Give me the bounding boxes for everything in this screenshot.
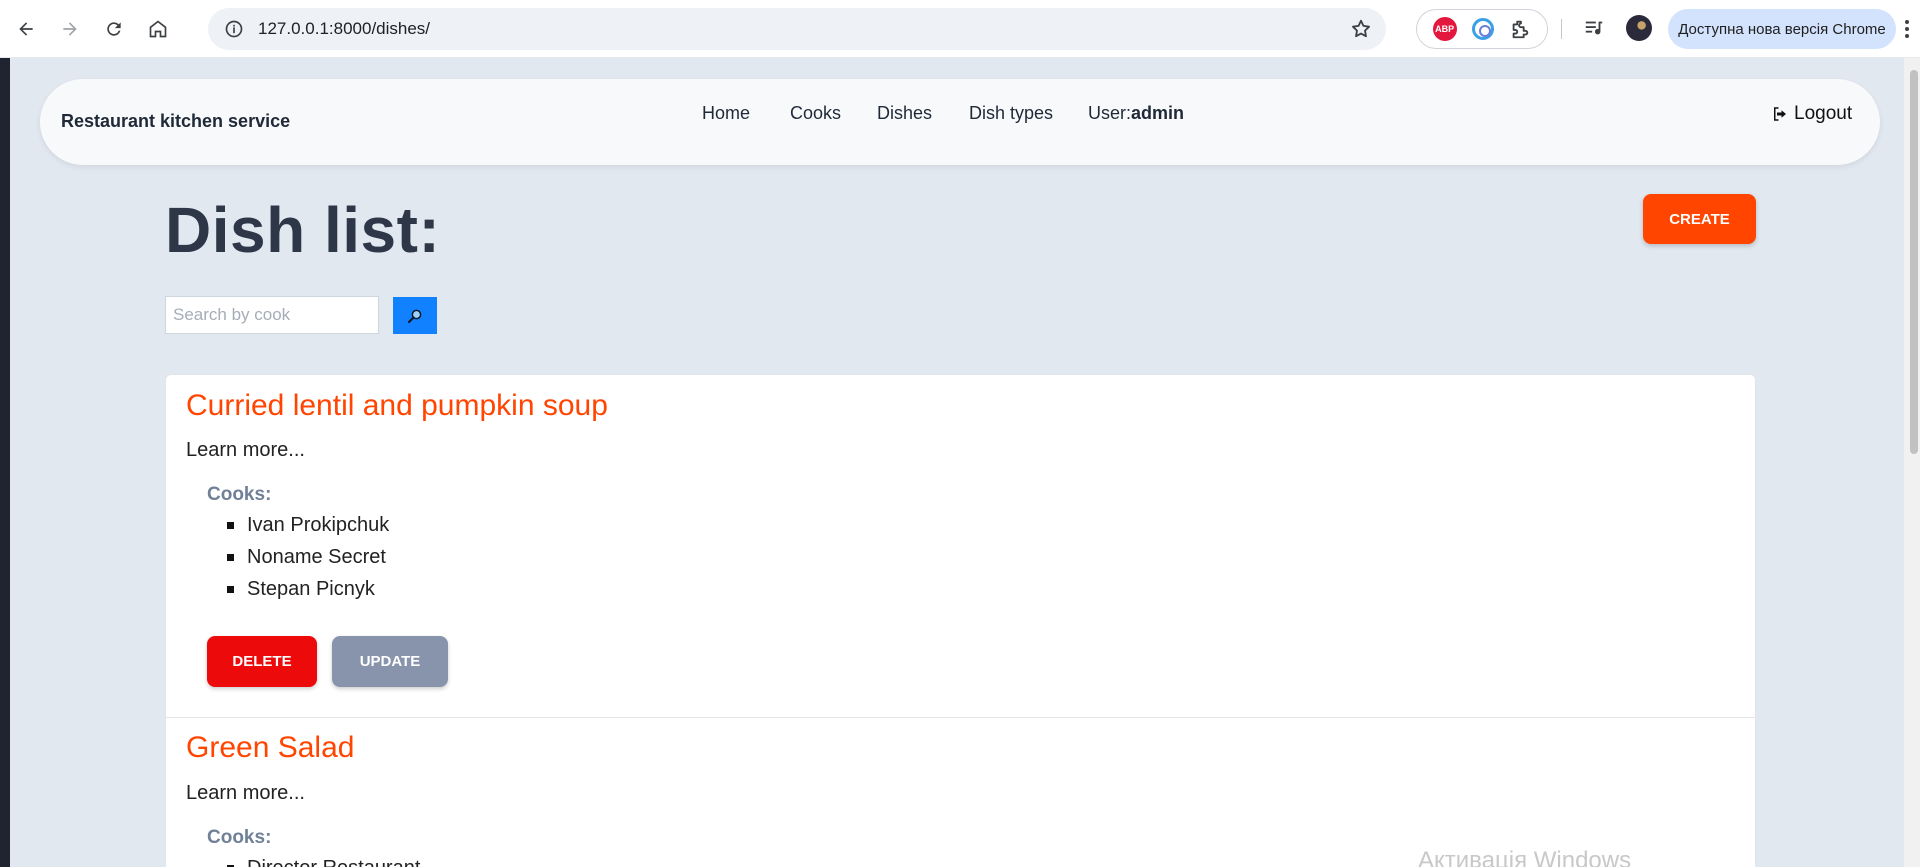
create-button[interactable]: CREATE xyxy=(1643,194,1756,244)
extensions-group: ABP xyxy=(1416,9,1548,49)
nav-home[interactable]: Home xyxy=(702,103,750,124)
logout-label: Logout xyxy=(1794,103,1853,124)
back-icon[interactable] xyxy=(8,11,44,47)
extension-ring-icon[interactable] xyxy=(1471,18,1494,40)
logout-link[interactable]: Logout xyxy=(1771,103,1852,125)
windows-activation-watermark: Активація Windows xyxy=(1418,847,1632,867)
search-input[interactable] xyxy=(165,296,379,334)
scrollbar-thumb[interactable] xyxy=(1910,70,1918,454)
bookmark-star-icon[interactable] xyxy=(1350,18,1372,40)
page-title: Dish list: xyxy=(165,194,441,266)
cook-item: Director Restaurant xyxy=(207,852,420,867)
cook-item: Noname Secret xyxy=(207,541,389,573)
url-text[interactable]: 127.0.0.1:8000/dishes/ xyxy=(258,19,430,39)
cooks-label: Cooks: xyxy=(207,827,272,848)
reload-icon[interactable] xyxy=(96,11,132,47)
user-label: User: xyxy=(1088,103,1132,123)
nav-dishes[interactable]: Dishes xyxy=(877,103,932,124)
adblock-icon[interactable]: ABP xyxy=(1432,17,1457,41)
media-controls-icon[interactable] xyxy=(1583,17,1605,39)
window-left-edge xyxy=(0,58,10,867)
cook-item: Stepan Picnyk xyxy=(207,573,389,605)
home-icon[interactable] xyxy=(140,11,176,47)
dish-divider xyxy=(166,717,1755,718)
search-icon xyxy=(407,309,422,323)
learn-more-link[interactable]: Learn more... xyxy=(186,782,305,805)
toolbar-separator xyxy=(1561,19,1562,39)
nav-user[interactable]: User:admin xyxy=(1088,103,1184,124)
cook-list: Ivan Prokipchuk Noname Secret Stepan Pic… xyxy=(207,509,389,605)
site-navbar: Restaurant kitchen service Home Cooks Di… xyxy=(40,79,1880,165)
user-name: admin xyxy=(1131,103,1185,123)
dish-title[interactable]: Curried lentil and pumpkin soup xyxy=(186,389,608,423)
delete-button[interactable]: DELETE xyxy=(207,636,317,687)
chrome-update-button[interactable]: Доступна нова версія Chrome xyxy=(1668,9,1896,49)
logout-icon xyxy=(1774,107,1786,121)
nav-cooks[interactable]: Cooks xyxy=(790,103,841,124)
cooks-label: Cooks: xyxy=(207,484,272,505)
search-button[interactable] xyxy=(393,297,437,334)
nav-links: Home Cooks Dishes Dish types User:admin xyxy=(40,79,1880,165)
learn-more-link[interactable]: Learn more... xyxy=(186,439,305,462)
forward-icon[interactable] xyxy=(52,11,88,47)
nav-dish-types[interactable]: Dish types xyxy=(969,103,1053,124)
profile-avatar[interactable] xyxy=(1626,15,1652,41)
site-info-icon[interactable] xyxy=(224,19,244,39)
more-menu-icon[interactable] xyxy=(1900,17,1914,41)
cook-item: Ivan Prokipchuk xyxy=(207,509,389,541)
update-button[interactable]: UPDATE xyxy=(332,636,448,687)
extensions-puzzle-icon[interactable] xyxy=(1509,18,1531,40)
cook-list: Director Restaurant xyxy=(207,852,420,867)
browser-toolbar: 127.0.0.1:8000/dishes/ ABP Доступна нова… xyxy=(0,0,1920,58)
dish-list-card: Curried lentil and pumpkin soup Learn mo… xyxy=(165,374,1756,867)
dish-title[interactable]: Green Salad xyxy=(186,731,354,765)
address-bar[interactable]: 127.0.0.1:8000/dishes/ xyxy=(208,8,1386,50)
